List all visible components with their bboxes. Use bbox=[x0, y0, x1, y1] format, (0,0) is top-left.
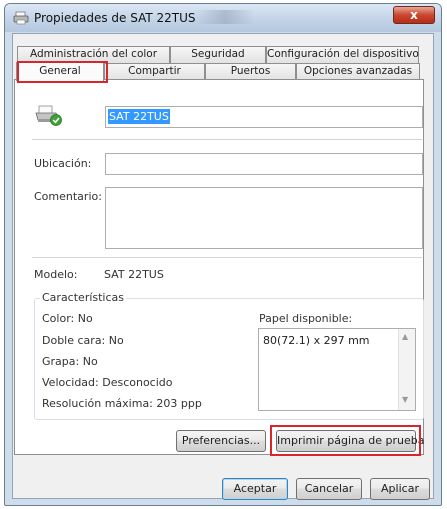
feature-color: Color: No bbox=[42, 312, 93, 325]
location-label: Ubicación: bbox=[34, 157, 92, 170]
feature-resolution: Resolución máxima: 203 ppp bbox=[42, 397, 202, 410]
print-test-highlight bbox=[270, 425, 421, 456]
close-button[interactable]: x bbox=[393, 6, 435, 24]
apply-button[interactable]: Aplicar bbox=[370, 478, 430, 500]
scrollbar[interactable]: ▲ ▼ bbox=[398, 329, 415, 410]
features-legend: Características bbox=[40, 291, 127, 304]
tab-opciones-avanzadas[interactable]: Opciones avanzadas bbox=[296, 63, 420, 80]
printer-name-field[interactable]: SAT 22TUS bbox=[105, 106, 423, 128]
comment-label: Comentario: bbox=[34, 190, 102, 203]
location-field[interactable] bbox=[105, 153, 423, 175]
ok-button[interactable]: Aceptar bbox=[222, 478, 288, 500]
cancel-button[interactable]: Cancelar bbox=[296, 478, 362, 500]
list-item[interactable]: 80(72.1) x 297 mm bbox=[263, 334, 370, 347]
tab-puertos[interactable]: Puertos bbox=[205, 63, 296, 80]
printer-name-value: SAT 22TUS bbox=[108, 109, 170, 124]
feature-staple: Grapa: No bbox=[42, 355, 98, 368]
preferences-button[interactable]: Preferencias... bbox=[176, 430, 266, 452]
tab-configuracion-dispositivo[interactable]: Configuración del dispositivo bbox=[266, 46, 419, 63]
title-bar[interactable]: Propiedades de SAT 22TUS x bbox=[5, 4, 441, 32]
chevron-down-icon[interactable]: ▼ bbox=[402, 395, 408, 404]
feature-speed: Velocidad: Desconocido bbox=[42, 376, 173, 389]
model-value: SAT 22TUS bbox=[104, 268, 164, 281]
paper-label: Papel disponible: bbox=[259, 312, 353, 325]
model-label: Modelo: bbox=[34, 268, 78, 281]
feature-duplex: Doble cara: No bbox=[42, 334, 124, 347]
comment-field[interactable] bbox=[105, 187, 423, 249]
tab-compartir[interactable]: Compartir bbox=[104, 63, 205, 80]
paper-list[interactable]: 80(72.1) x 297 mm ▲ ▼ bbox=[258, 328, 416, 411]
general-tab-highlight bbox=[17, 61, 108, 83]
printer-icon bbox=[13, 11, 29, 25]
chevron-up-icon[interactable]: ▲ bbox=[402, 332, 408, 341]
window-title: Propiedades de SAT 22TUS bbox=[34, 11, 196, 25]
printer-ready-icon bbox=[35, 105, 62, 126]
separator bbox=[32, 257, 422, 258]
separator bbox=[32, 139, 422, 140]
tab-seguridad[interactable]: Seguridad bbox=[170, 46, 266, 63]
